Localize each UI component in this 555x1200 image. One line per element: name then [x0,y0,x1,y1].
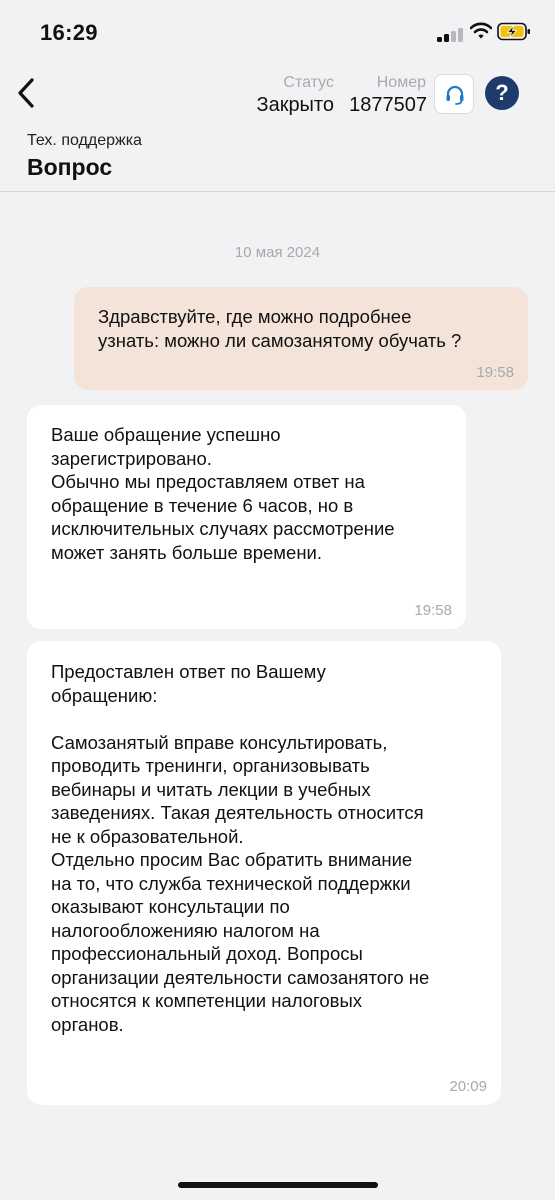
headset-icon [446,85,464,105]
header: Статус Закрыто Номер 1877507 ? [0,62,555,124]
message-time: 19:58 [476,364,514,381]
message-bubble-incoming: Ваше обращение успешно зарегистрировано.… [27,405,466,629]
number-label: Номер [376,74,426,91]
message-bubble-outgoing: Здравствуйте, где можно подробнее узнать… [74,287,528,390]
message-text: Предоставлен ответ по Вашему обращению: … [51,661,430,1035]
ticket-number: 1877507 [349,94,427,116]
ticket-title: Вопрос [27,154,113,180]
status-value: Закрыто [256,94,334,116]
message-text: Ваше обращение успешно зарегистрировано.… [51,424,395,563]
message-text: Здравствуйте, где можно подробнее узнать… [98,306,462,351]
status-bar: 16:29 [0,0,555,62]
back-button[interactable] [12,74,44,112]
status-label: Статус [283,74,334,91]
ticket-chat-screen: 16:29 Статус Закрыто Номер 1877507 ? Тех… [0,0,555,1200]
message-bubble-incoming: Предоставлен ответ по Вашему обращению: … [27,641,501,1105]
help-button[interactable]: ? [485,76,519,110]
chevron-left-icon [18,78,34,108]
ticket-category: Тех. поддержка [27,132,142,149]
message-time: 20:09 [449,1078,487,1095]
cellular-signal-icon [437,26,463,42]
message-time: 19:58 [414,602,452,619]
support-chat-button[interactable] [434,74,474,114]
clock: 16:29 [40,20,98,45]
ticket-info: Тех. поддержка Вопрос [0,124,555,192]
wifi-icon [470,22,492,39]
home-indicator[interactable] [178,1182,378,1188]
date-divider: 10 мая 2024 [234,244,321,261]
battery-charging-icon [497,22,530,41]
